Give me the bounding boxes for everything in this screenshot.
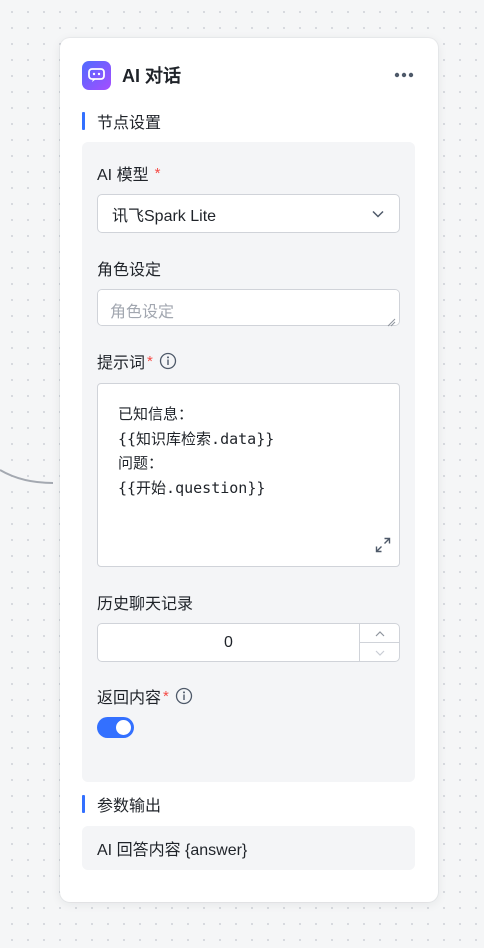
history-field-label: 历史聊天记录 bbox=[97, 590, 193, 614]
model-select-value: 讯飞Spark Lite bbox=[112, 207, 217, 225]
role-input[interactable] bbox=[97, 289, 400, 326]
chevron-up-icon bbox=[375, 624, 385, 642]
output-parameter: AI 回答内容 {answer} bbox=[82, 826, 415, 870]
model-field-label: AI 模型 * bbox=[97, 161, 160, 185]
role-label-text: 角色设定 bbox=[97, 262, 162, 279]
section-accent-bar bbox=[82, 795, 85, 813]
output-parameter-text: AI 回答内容 {answer} bbox=[97, 842, 248, 859]
info-icon[interactable] bbox=[175, 687, 193, 705]
expand-icon[interactable] bbox=[375, 537, 391, 558]
prompt-line: 问题： bbox=[118, 454, 164, 472]
settings-section-header: 节点设置 bbox=[82, 111, 162, 132]
increment-button[interactable] bbox=[360, 624, 399, 642]
settings-panel: AI 模型 * 讯飞Spark Lite 角色设定 提示词 * 已知信息： {{… bbox=[82, 142, 415, 782]
output-section-title: 参数输出 bbox=[97, 798, 162, 815]
model-label-text: AI 模型 bbox=[97, 167, 149, 184]
role-field-label: 角色设定 bbox=[97, 256, 161, 280]
chat-bot-icon bbox=[82, 60, 111, 90]
ai-chat-node-card[interactable]: AI 对话 节点设置 AI 模型 * 讯飞Spark Lite 角色设定 角色设… bbox=[60, 38, 438, 902]
prompt-editor[interactable]: 已知信息： {{知识库检索.data}} 问题： {{开始.question}} bbox=[97, 383, 400, 567]
return-content-label-text: 返回内容 bbox=[97, 690, 162, 707]
required-mark: * bbox=[154, 164, 161, 182]
chevron-down-icon bbox=[375, 643, 385, 661]
stepper-buttons bbox=[359, 624, 399, 661]
prompt-line: 已知信息： bbox=[118, 405, 194, 423]
more-options-icon[interactable] bbox=[392, 63, 416, 87]
output-section-header: 参数输出 bbox=[82, 794, 162, 815]
section-accent-bar bbox=[82, 112, 85, 130]
prompt-line: {{开始.question}} bbox=[118, 478, 266, 497]
node-header: AI 对话 bbox=[82, 60, 416, 90]
settings-section-title: 节点设置 bbox=[97, 115, 162, 132]
required-mark: * bbox=[147, 352, 153, 370]
history-label-text: 历史聊天记录 bbox=[97, 596, 194, 613]
return-content-toggle[interactable] bbox=[97, 717, 134, 738]
prompt-line: {{知识库检索.data}} bbox=[118, 429, 275, 448]
chevron-down-icon bbox=[371, 207, 385, 226]
toggle-knob bbox=[116, 720, 131, 735]
model-select[interactable]: 讯飞Spark Lite bbox=[97, 194, 400, 233]
resize-handle-icon[interactable] bbox=[387, 314, 396, 332]
required-mark: * bbox=[163, 687, 169, 705]
node-title: AI 对话 bbox=[122, 66, 182, 86]
history-count-stepper[interactable]: 0 bbox=[97, 623, 400, 662]
prompt-label-text: 提示词 bbox=[97, 355, 146, 372]
history-count-value[interactable]: 0 bbox=[98, 624, 359, 661]
decrement-button[interactable] bbox=[360, 642, 399, 661]
info-icon[interactable] bbox=[159, 352, 177, 370]
prompt-field-label: 提示词 * bbox=[97, 349, 177, 373]
incoming-connector-line bbox=[0, 469, 54, 484]
return-content-field-label: 返回内容 * bbox=[97, 684, 193, 708]
